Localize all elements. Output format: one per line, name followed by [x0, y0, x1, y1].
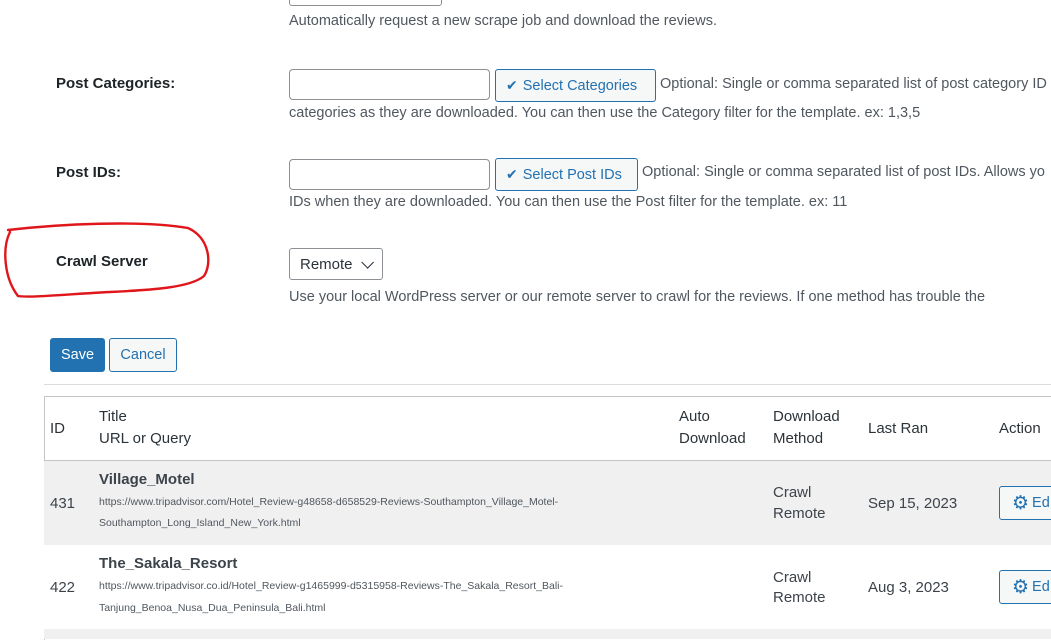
row-method-2: Remote: [773, 505, 826, 522]
post-ids-input[interactable]: [289, 159, 490, 190]
header-last-ran: Last Ran: [868, 420, 929, 437]
row-method-2: Remote: [773, 589, 826, 606]
header-auto-download-1: Auto: [679, 408, 710, 425]
crawl-server-label: Crawl Server: [56, 253, 148, 270]
row-url-2: Tanjung_Benoa_Nusa_Dua_Peninsula_Bali.ht…: [99, 602, 326, 614]
post-categories-help-2: categories as they are downloaded. You c…: [289, 105, 921, 121]
post-categories-input[interactable]: [289, 69, 490, 100]
checkmark-icon: ✔: [506, 166, 518, 182]
edit-button-label: Ed: [1032, 495, 1050, 511]
post-ids-label: Post IDs:: [56, 164, 122, 181]
checkmark-icon: ✔: [506, 77, 518, 93]
crawl-server-select[interactable]: Remote: [289, 248, 383, 280]
save-button[interactable]: Save: [50, 338, 105, 372]
select-post-ids-label: Select Post IDs: [522, 166, 622, 183]
post-ids-help-1: Optional: Single or comma separated list…: [642, 164, 1045, 180]
row-last-ran: Sep 15, 2023: [868, 495, 958, 512]
row-last-ran: Aug 3, 2023: [868, 579, 949, 596]
post-ids-help-2: IDs when they are downloaded. You can th…: [289, 194, 848, 210]
row-title[interactable]: The_Sakala_Resort: [99, 555, 237, 572]
gear-icon: ⚙: [1012, 576, 1030, 598]
select-post-ids-button[interactable]: ✔ Select Post IDs: [495, 158, 638, 191]
row-method-1: Crawl: [773, 484, 812, 501]
divider: [44, 384, 1051, 385]
post-categories-help-1: Optional: Single or comma separated list…: [660, 76, 1047, 92]
chevron-down-icon: [360, 255, 374, 269]
auto-download-select[interactable]: [289, 0, 442, 6]
edit-button[interactable]: ⚙ Ed: [999, 486, 1051, 520]
header-title: Title: [99, 408, 127, 425]
header-auto-download-2: Download: [679, 430, 746, 447]
row-title[interactable]: Village_Motel: [99, 471, 195, 488]
select-categories-label: Select Categories: [522, 77, 638, 94]
crawl-server-selected: Remote: [300, 255, 353, 273]
header-url: URL or Query: [99, 430, 191, 447]
header-id: ID: [50, 420, 65, 437]
edit-button[interactable]: ⚙ Ed: [999, 570, 1051, 604]
post-categories-label: Post Categories:: [56, 75, 176, 92]
select-categories-button[interactable]: ✔ Select Categories: [495, 69, 656, 102]
header-method-1: Download: [773, 408, 840, 425]
auto-download-description: Automatically request a new scrape job a…: [289, 13, 717, 29]
gear-icon: ⚙: [1012, 492, 1030, 514]
row-url-1: https://www.tripadvisor.com/Hotel_Review…: [99, 496, 559, 508]
row-id: 422: [50, 579, 76, 596]
edit-button-label: Ed: [1032, 579, 1050, 595]
row-id: 431: [50, 495, 76, 512]
row-url-1: https://www.tripadvisor.co.id/Hotel_Revi…: [99, 580, 563, 592]
row-method-1: Crawl: [773, 569, 812, 586]
row-url-2: Southampton_Long_Island_New_York.html: [99, 517, 301, 529]
header-method-2: Method: [773, 430, 824, 447]
cancel-button[interactable]: Cancel: [109, 338, 177, 372]
header-action: Action: [999, 420, 1041, 437]
table-row: [44, 629, 1051, 639]
crawl-server-description: Use your local WordPress server or our r…: [289, 289, 986, 305]
